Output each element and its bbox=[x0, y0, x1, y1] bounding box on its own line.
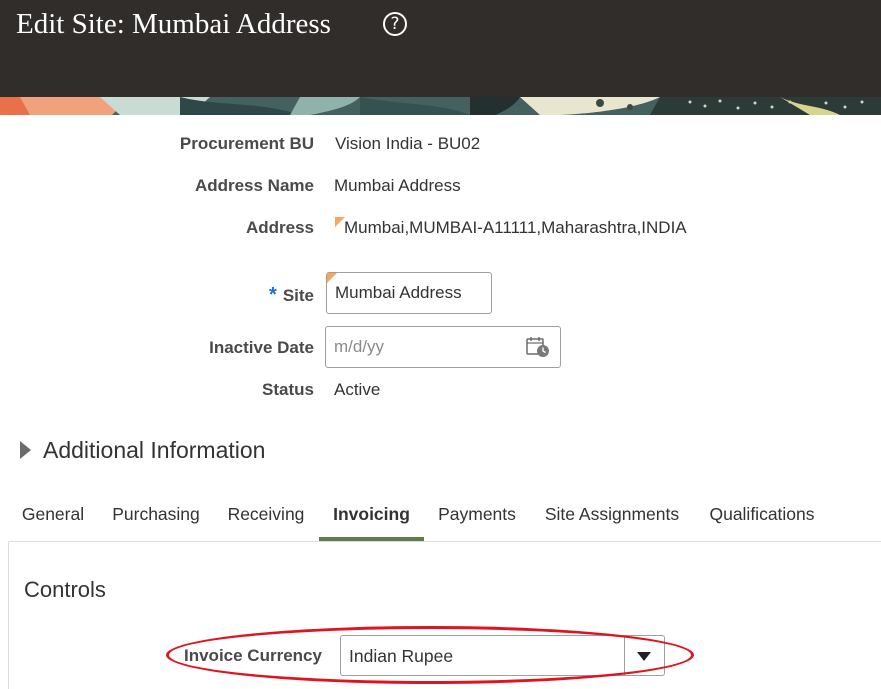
site-label-text: Site bbox=[282, 286, 314, 305]
required-indicator: * bbox=[269, 284, 277, 306]
calendar-icon[interactable] bbox=[526, 336, 550, 358]
additional-information-label: Additional Information bbox=[43, 437, 266, 463]
inactive-date-label: Inactive Date bbox=[209, 338, 314, 357]
page-header: Edit Site: Mumbai Address ? bbox=[0, 0, 881, 97]
inactive-date-input[interactable] bbox=[326, 327, 516, 367]
question-circle-icon[interactable]: ? bbox=[383, 12, 407, 36]
site-input[interactable] bbox=[327, 273, 491, 313]
dropdown-arrow-icon[interactable] bbox=[637, 652, 651, 661]
site-label: * Site bbox=[269, 284, 314, 307]
procurement-bu-label: Procurement BU bbox=[179, 134, 314, 153]
address-value[interactable]: Mumbai,MUMBAI-A11111,Maharashtra,INDIA bbox=[344, 218, 687, 238]
additional-information-toggle[interactable]: Additional Information bbox=[20, 437, 265, 464]
page-title: Edit Site: Mumbai Address bbox=[16, 8, 331, 40]
disclosure-triangle-icon[interactable] bbox=[20, 441, 31, 459]
status-value: Active bbox=[334, 380, 381, 399]
site-field[interactable] bbox=[326, 272, 492, 314]
changed-indicator-icon bbox=[327, 273, 337, 283]
invoice-currency-value: Indian Rupee bbox=[349, 646, 454, 666]
address-name-value: Mumbai Address bbox=[334, 176, 461, 195]
tab-payments[interactable]: Payments bbox=[430, 496, 524, 541]
select-divider bbox=[624, 636, 625, 675]
edit-site-page: Edit Site: Mumbai Address ? Procurement … bbox=[0, 0, 881, 689]
tab-qualifications[interactable]: Qualifications bbox=[702, 496, 822, 541]
tab-receiving[interactable]: Receiving bbox=[216, 496, 316, 541]
procurement-bu-value: Vision India - BU02 bbox=[335, 134, 481, 153]
tab-site-assignments[interactable]: Site Assignments bbox=[536, 496, 688, 541]
inactive-date-field[interactable] bbox=[325, 326, 561, 368]
banner-pattern bbox=[0, 97, 881, 115]
invoice-currency-label: Invoice Currency bbox=[184, 646, 322, 665]
tab-general[interactable]: General bbox=[8, 496, 98, 541]
invoice-currency-select[interactable]: Indian Rupee bbox=[340, 635, 665, 676]
status-label: Status bbox=[262, 380, 314, 399]
tab-purchasing[interactable]: Purchasing bbox=[102, 496, 210, 541]
address-label: Address bbox=[245, 218, 314, 237]
address-name-label: Address Name bbox=[194, 176, 314, 195]
tab-invoicing[interactable]: Invoicing bbox=[319, 496, 424, 541]
decorative-banner bbox=[0, 97, 881, 115]
site-tabs: General Purchasing Receiving Invoicing P… bbox=[8, 496, 881, 542]
controls-heading: Controls bbox=[24, 577, 106, 602]
